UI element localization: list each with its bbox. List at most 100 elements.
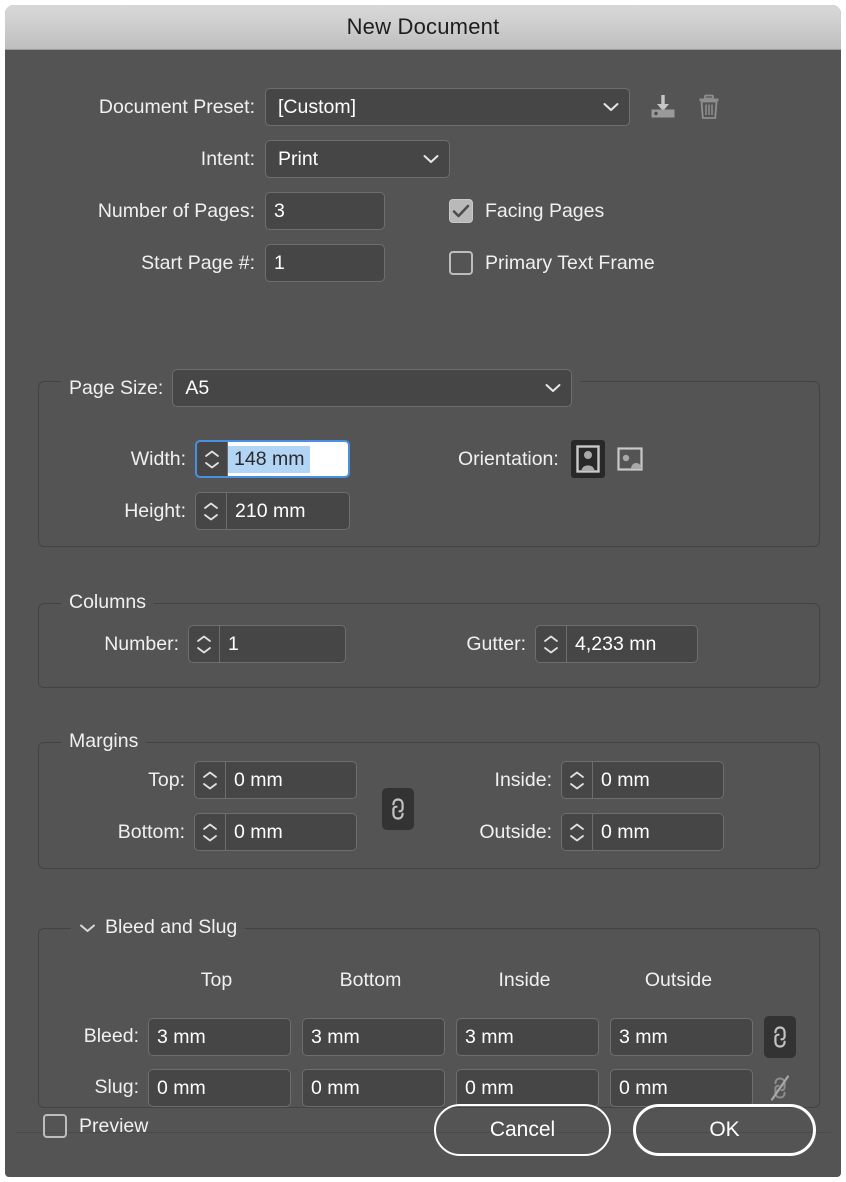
columns-gutter-row: Gutter: 4,233 mn: [429, 625, 698, 663]
margin-bottom-input[interactable]: 0 mm: [194, 813, 357, 851]
facing-pages-checkbox-row[interactable]: Facing Pages: [449, 199, 604, 223]
number-of-pages-input[interactable]: 3: [265, 192, 385, 230]
width-stepper-arrows[interactable]: [197, 442, 228, 476]
margin-top-row: Top: 0 mm: [107, 761, 357, 799]
slug-inside-input[interactable]: 0 mm: [456, 1069, 599, 1107]
document-preset-label: Document Preset:: [98, 95, 255, 118]
slug-top-value: 0 mm: [157, 1076, 206, 1099]
slug-top-input[interactable]: 0 mm: [148, 1069, 291, 1107]
intent-label: Intent:: [200, 147, 255, 170]
page-size-label: Page Size:: [69, 376, 164, 399]
dialog-titlebar: New Document: [5, 5, 841, 50]
preview-checkbox[interactable]: [43, 1114, 67, 1138]
bleed-link-toggle[interactable]: [764, 1016, 796, 1058]
margin-inside-input[interactable]: 0 mm: [561, 761, 724, 799]
bleed-column-header-bottom: Bottom: [339, 969, 402, 991]
bleed-row-label: Bleed:: [83, 1025, 139, 1047]
height-label: Height:: [124, 499, 186, 522]
slug-bottom-input[interactable]: 0 mm: [302, 1069, 445, 1107]
columns-gutter-input[interactable]: 4,233 mn: [535, 625, 698, 663]
document-preset-select[interactable]: [Custom]: [265, 88, 630, 126]
chain-link-icon: [392, 798, 404, 820]
columns-number-label: Number:: [104, 632, 179, 655]
margin-top-input[interactable]: 0 mm: [194, 761, 357, 799]
slug-row-label: Slug:: [94, 1076, 139, 1098]
margin-bottom-stepper-arrows[interactable]: [195, 814, 226, 850]
broken-chain-link-icon: [770, 1075, 790, 1101]
facing-pages-checkbox[interactable]: [449, 199, 473, 223]
height-row: Height: 210 mm: [81, 492, 350, 530]
document-preset-value: [Custom]: [278, 95, 357, 118]
bleed-inside-input[interactable]: 3 mm: [456, 1018, 599, 1056]
height-value: 210 mm: [235, 499, 306, 522]
stepper-up-icon: [197, 635, 211, 642]
primary-text-frame-checkbox-row[interactable]: Primary Text Frame: [449, 251, 655, 275]
margin-top-stepper-arrows[interactable]: [195, 762, 226, 798]
margin-outside-input[interactable]: 0 mm: [561, 813, 724, 851]
height-stepper-arrows[interactable]: [196, 493, 227, 529]
bleed-and-slug-group-header[interactable]: Bleed and Slug: [71, 916, 246, 939]
bleed-top-input[interactable]: 3 mm: [148, 1018, 291, 1056]
width-label: Width:: [130, 447, 186, 470]
width-input[interactable]: 148 mm: [195, 440, 350, 478]
stepper-down-icon: [570, 834, 584, 841]
columns-gutter-stepper-arrows[interactable]: [536, 626, 567, 662]
chevron-down-icon: [603, 102, 619, 112]
save-preset-icon[interactable]: [646, 90, 680, 124]
bleed-and-slug-group: Bleed and Slug Top Bottom Inside Outside…: [38, 916, 820, 1109]
slug-bottom-value: 0 mm: [311, 1076, 360, 1099]
primary-text-frame-label: Primary Text Frame: [485, 251, 655, 274]
trash-icon[interactable]: [692, 90, 726, 124]
chevron-down-icon[interactable]: [79, 923, 96, 933]
orientation-label: Orientation:: [458, 447, 559, 470]
stepper-up-icon: [203, 771, 217, 778]
columns-number-input[interactable]: 1: [188, 625, 346, 663]
bleed-outside-input[interactable]: 3 mm: [610, 1018, 753, 1056]
page-size-group-header: Page Size: A5: [61, 369, 581, 407]
width-value-container: 148 mm: [228, 442, 348, 476]
stepper-up-icon: [570, 771, 584, 778]
intent-row: Intent: Print: [43, 140, 450, 178]
orientation-landscape-button[interactable]: [613, 440, 647, 478]
start-page-row: Start Page #: 1 Primary Text Frame: [43, 244, 655, 282]
stepper-down-icon: [570, 782, 584, 789]
dialog-title: New Document: [346, 14, 500, 39]
columns-number-value: 1: [228, 632, 239, 655]
preview-checkbox-row[interactable]: Preview: [43, 1114, 148, 1138]
margin-inside-row: Inside: 0 mm: [444, 761, 724, 799]
columns-number-row: Number: 1: [59, 625, 346, 663]
bleed-outside-value: 3 mm: [619, 1025, 668, 1048]
slug-outside-input[interactable]: 0 mm: [610, 1069, 753, 1107]
landscape-icon: [617, 447, 643, 471]
intent-value: Print: [278, 147, 319, 170]
page-size-select[interactable]: A5: [172, 369, 573, 407]
margins-link-toggle[interactable]: [382, 788, 414, 830]
chain-link-icon: [774, 1026, 786, 1048]
number-of-pages-row: Number of Pages: 3 Facing Pages: [43, 192, 604, 230]
cancel-button[interactable]: Cancel: [434, 1104, 611, 1156]
margin-bottom-value: 0 mm: [234, 820, 283, 843]
margin-inside-value: 0 mm: [601, 768, 650, 791]
margin-top-label: Top:: [148, 768, 185, 791]
bleed-bottom-input[interactable]: 3 mm: [302, 1018, 445, 1056]
ok-button[interactable]: OK: [633, 1104, 816, 1156]
orientation-portrait-button[interactable]: [570, 440, 605, 478]
start-page-input[interactable]: 1: [265, 244, 385, 282]
stepper-down-icon: [203, 782, 217, 789]
stepper-up-icon: [203, 823, 217, 830]
width-row: Width: 148 mm Orientation:: [81, 440, 647, 478]
primary-text-frame-checkbox[interactable]: [449, 251, 473, 275]
margin-outside-stepper-arrows[interactable]: [562, 814, 593, 850]
intent-select[interactable]: Print: [265, 140, 450, 178]
slug-link-toggle[interactable]: [764, 1067, 796, 1109]
height-input[interactable]: 210 mm: [195, 492, 350, 530]
bleed-column-header-top: Top: [200, 969, 233, 991]
facing-pages-label: Facing Pages: [485, 199, 605, 222]
columns-number-stepper-arrows[interactable]: [189, 626, 220, 662]
chevron-down-icon: [545, 383, 561, 393]
slug-outside-value: 0 mm: [619, 1076, 668, 1099]
bleed-column-header-inside: Inside: [498, 969, 551, 991]
margin-inside-stepper-arrows[interactable]: [562, 762, 593, 798]
page-size-group: Page Size: A5 Width: 148 mm Orientation:…: [38, 369, 820, 547]
number-of-pages-label: Number of Pages:: [97, 199, 255, 222]
